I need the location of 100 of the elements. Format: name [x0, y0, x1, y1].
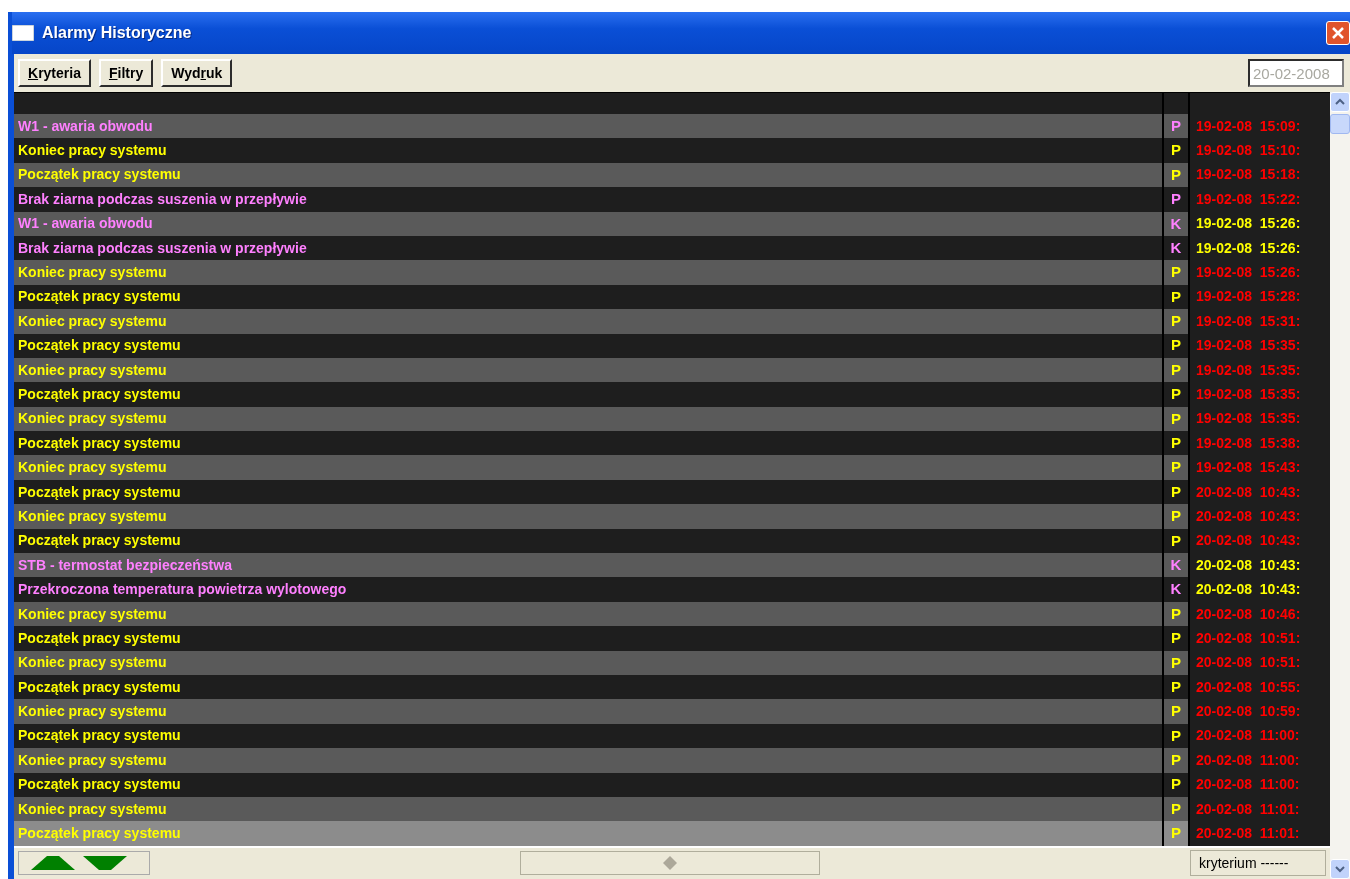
alarm-time: 20-02-08 10:43:	[1196, 555, 1301, 575]
alarm-time: 20-02-08 10:43:	[1196, 580, 1301, 600]
alarm-message: Początek pracy systemu	[18, 677, 181, 697]
alarm-time: 19-02-08 15:35:	[1196, 336, 1301, 356]
window-icon	[12, 25, 34, 41]
alarm-message: Początek pracy systemu	[18, 531, 181, 551]
chevron-up-icon	[1335, 98, 1345, 106]
alarm-message: Początek pracy systemu	[18, 482, 181, 502]
alarm-time: 19-02-08 15:31:	[1196, 311, 1301, 331]
table-row[interactable]: Koniec pracy systemu P 20-02-08 10:51:	[14, 650, 1330, 675]
slider-track[interactable]	[520, 851, 820, 876]
alarm-message: Koniec pracy systemu	[18, 653, 167, 673]
alarm-type: P	[1171, 603, 1181, 624]
slider-thumb[interactable]	[663, 856, 677, 871]
scroll-down-arrow-icon[interactable]	[83, 856, 127, 871]
alarm-message: Koniec pracy systemu	[18, 458, 167, 478]
alarm-type: P	[1171, 164, 1181, 185]
alarm-message: Koniec pracy systemu	[18, 702, 167, 722]
criterion-field[interactable]: kryterium ------	[1190, 850, 1326, 877]
alarm-message: Początek pracy systemu	[18, 385, 181, 404]
alarm-message: Początek pracy systemu	[18, 165, 181, 185]
close-button[interactable]	[1326, 21, 1350, 45]
alarm-type: P	[1171, 725, 1181, 746]
alarm-message: Koniec pracy systemu	[18, 750, 167, 770]
alarm-type: P	[1171, 481, 1181, 502]
alarm-type: P	[1171, 311, 1181, 332]
alarm-message: Początek pracy systemu	[18, 287, 181, 307]
alarm-message: Koniec pracy systemu	[18, 409, 167, 429]
table-row[interactable]: Koniec pracy systemu P 19-02-08 15:26:	[14, 260, 1330, 285]
table-row[interactable]: W1 - awaria obwodu K 19-02-08 15:26:	[14, 211, 1330, 236]
alarm-time: 20-02-08 11:01:	[1196, 824, 1300, 843]
alarm-type: P	[1171, 506, 1181, 527]
alarm-message: Koniec pracy systemu	[18, 263, 167, 283]
alarm-message: W1 - awaria obwodu	[18, 214, 153, 234]
alarm-type: P	[1171, 701, 1181, 722]
scroll-up-button[interactable]	[1330, 92, 1350, 112]
alarm-message: Początek pracy systemu	[18, 824, 181, 843]
alarm-type: K	[1170, 554, 1182, 575]
table-row[interactable]: Koniec pracy systemu P 20-02-08 10:59:	[14, 699, 1330, 724]
alarm-time: 19-02-08 15:22:	[1196, 189, 1301, 209]
alarm-time: 20-02-08 11:00:	[1196, 775, 1300, 795]
toolbar-button[interactable]: Kryteria	[18, 59, 91, 87]
chevron-down-icon	[1335, 865, 1345, 873]
alarm-message: Koniec pracy systemu	[18, 799, 167, 819]
alarm-type: P	[1171, 750, 1181, 771]
alarm-message: Początek pracy systemu	[18, 433, 181, 453]
alarm-type: P	[1171, 676, 1181, 697]
table-row[interactable]: Koniec pracy systemu P 19-02-08 15:35:	[14, 357, 1330, 383]
alarm-message: Początek pracy systemu	[18, 726, 181, 746]
alarm-type: P	[1171, 408, 1181, 429]
alarm-time: 20-02-08 10:55:	[1196, 677, 1301, 697]
table-row[interactable]: Koniec pracy systemu P 19-02-08 15:43:	[14, 455, 1330, 480]
toolbar-button[interactable]: Wydruk	[161, 59, 233, 87]
alarm-type: K	[1170, 213, 1182, 234]
alarm-type: P	[1171, 262, 1181, 283]
alarm-message: Brak ziarna podczas suszenia w przepływie	[18, 189, 307, 209]
alarm-type: P	[1171, 335, 1181, 356]
alarm-message: Brak ziarna podczas suszenia w przepływie	[18, 238, 307, 258]
alarm-message: W1 - awaria obwodu	[18, 116, 153, 136]
toolbar-button[interactable]: Filtry	[98, 59, 154, 87]
close-icon	[1330, 25, 1346, 41]
scrollbar-thumb[interactable]	[1330, 114, 1350, 134]
table-row[interactable]: Początek pracy systemu P 19-02-08 15:18:	[14, 162, 1330, 188]
alarm-time: 20-02-08 10:59:	[1196, 702, 1301, 722]
alarm-time: 19-02-08 15:35:	[1196, 409, 1301, 429]
table-row[interactable]: Koniec pracy systemu P 19-02-08 15:31:	[14, 309, 1330, 334]
alarm-type: P	[1171, 652, 1181, 673]
table-row[interactable]: Początek pracy systemu P 20-02-08 11:01:	[14, 821, 1330, 846]
table-row[interactable]: Koniec pracy systemu P 20-02-08 11:01:	[14, 796, 1330, 822]
alarm-time: 19-02-08 15:35:	[1196, 360, 1301, 380]
table-row[interactable]: STB - termostat bezpieczeństwa K 20-02-08 10:43:	[14, 553, 1330, 578]
alarm-time: 20-02-08 11:01:	[1196, 799, 1300, 819]
table-row[interactable]: Koniec pracy systemu P 20-02-08 11:00:	[14, 748, 1330, 773]
alarm-time: 19-02-08 15:26:	[1196, 238, 1301, 258]
alarm-type: P	[1171, 530, 1181, 551]
alarm-type: P	[1171, 359, 1181, 380]
alarm-time: 19-02-08 15:28:	[1196, 287, 1301, 307]
alarm-type: P	[1171, 140, 1181, 161]
alarm-type: P	[1171, 286, 1181, 307]
scroll-up-arrow-icon[interactable]	[31, 856, 75, 871]
alarm-message: Początek pracy systemu	[18, 775, 181, 795]
table-row[interactable]: Koniec pracy systemu P 19-02-08 15:35:	[14, 406, 1330, 432]
scroll-down-button[interactable]	[1330, 859, 1350, 879]
alarm-message: Początek pracy systemu	[18, 336, 181, 356]
alarm-type: K	[1170, 579, 1182, 600]
alarm-time: 19-02-08 15:10:	[1196, 141, 1301, 161]
alarm-type: P	[1171, 115, 1181, 136]
window-title: Alarmy Historyczne	[42, 23, 192, 43]
alarm-type: P	[1171, 628, 1181, 649]
alarm-time: 20-02-08 10:51:	[1196, 628, 1301, 648]
alarm-type: P	[1171, 823, 1181, 844]
alarm-time: 20-02-08 10:43:	[1196, 482, 1301, 502]
alarm-time: 19-02-08 15:26:	[1196, 214, 1301, 234]
alarm-time: 19-02-08 15:38:	[1196, 433, 1301, 453]
table-row[interactable]: Koniec pracy systemu P 20-02-08 10:43:	[14, 504, 1330, 529]
alarm-type: P	[1171, 384, 1181, 405]
table-row[interactable]: Koniec pracy systemu P 20-02-08 10:46:	[14, 601, 1330, 627]
alarm-message: Koniec pracy systemu	[18, 506, 167, 526]
table-row[interactable]: W1 - awaria obwodu P 19-02-08 15:09:	[14, 114, 1330, 139]
alarm-message: Koniec pracy systemu	[18, 604, 167, 624]
